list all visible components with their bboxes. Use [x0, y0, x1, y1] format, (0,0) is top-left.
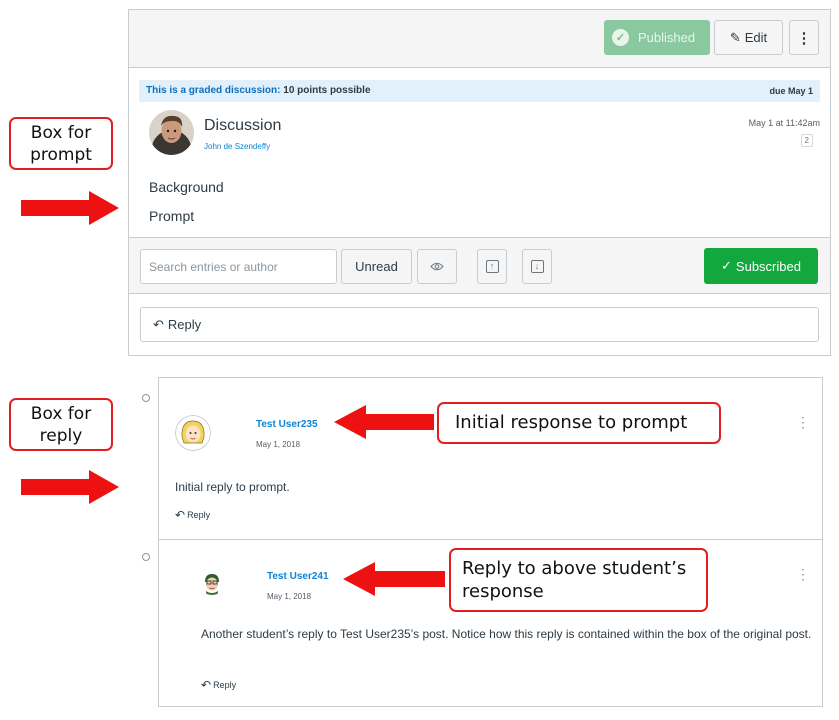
- arrow-right-icon: [21, 191, 119, 225]
- published-label: Published: [638, 30, 696, 45]
- kebab-icon: ⋮: [796, 29, 812, 47]
- callout-text: Box for reply: [30, 403, 92, 446]
- reply-label: Reply: [187, 510, 211, 520]
- discussion-date: May 1 at 11:42am: [748, 118, 820, 128]
- callout-box-for-prompt: Box for prompt: [9, 117, 113, 170]
- entry-date: May 1, 2018: [256, 440, 301, 449]
- arrow-right-icon: [21, 470, 119, 504]
- discussion-body-line: Background: [149, 179, 224, 195]
- thread-bullet: [142, 553, 150, 561]
- reply-label: Reply: [213, 680, 237, 690]
- subscribed-button[interactable]: ✓ Subscribed: [704, 248, 818, 284]
- collapse-replies-button[interactable]: ↑: [477, 249, 507, 284]
- unread-button[interactable]: Unread: [341, 249, 412, 284]
- edit-label: Edit: [744, 30, 768, 45]
- reply-arrow-icon: ↶: [175, 508, 186, 522]
- expand-down-icon: ↓: [530, 260, 544, 273]
- callout-text: Box for prompt: [30, 122, 92, 165]
- discussion-author-link[interactable]: John de Szendeffy: [204, 142, 270, 151]
- avatar[interactable]: [200, 571, 224, 595]
- discussion-body: Background Prompt: [149, 173, 224, 231]
- pencil-icon: ✎: [729, 29, 741, 45]
- graded-discussion-banner: This is a graded discussion: 10 points p…: [139, 80, 820, 102]
- callout-text: Reply to above student’s response: [462, 558, 687, 602]
- callout-box-for-reply: Box for reply: [9, 398, 113, 451]
- discussion-header: ✓ Published ✎ Edit ⋮: [129, 10, 830, 68]
- due-date: due May 1: [769, 86, 813, 96]
- edit-button[interactable]: ✎ Edit: [714, 20, 783, 55]
- published-button[interactable]: ✓ Published: [604, 20, 710, 55]
- entry-body: Initial reply to prompt.: [175, 480, 290, 494]
- expand-replies-button[interactable]: ↓: [522, 249, 552, 284]
- entry-date: May 1, 2018: [267, 592, 312, 601]
- search-input[interactable]: [140, 249, 337, 284]
- reply-arrow-icon: ↶: [201, 678, 212, 692]
- mark-read-button[interactable]: [417, 249, 457, 284]
- checkmark-icon: ✓: [721, 258, 732, 273]
- entry-options-icon[interactable]: ⋮: [796, 415, 810, 429]
- subscribed-label: Subscribed: [735, 258, 801, 274]
- entry-divider: [159, 539, 822, 540]
- discussion-title: Discussion: [204, 117, 282, 134]
- collapse-up-icon: ↑: [485, 260, 499, 273]
- callout-initial-response: Initial response to prompt: [437, 402, 721, 444]
- discussion-prompt-panel: ✓ Published ✎ Edit ⋮ This is a graded di…: [128, 9, 831, 356]
- arrow-left-icon: [334, 405, 434, 439]
- arrow-left-icon: [343, 562, 445, 596]
- points-possible: 10 points possible: [283, 85, 371, 96]
- reply-button[interactable]: ↶ Reply: [140, 307, 819, 342]
- reply-count-badge: 2: [800, 134, 813, 147]
- user-name-link[interactable]: Test User235: [256, 419, 318, 430]
- callout-text: Initial response to prompt: [455, 412, 688, 433]
- user-name-link[interactable]: Test User241: [267, 571, 329, 582]
- entry-reply-link[interactable]: ↶ Reply: [175, 508, 210, 522]
- author-avatar[interactable]: [149, 110, 194, 155]
- check-circle-icon: ✓: [612, 29, 629, 46]
- unread-label: Unread: [355, 259, 398, 274]
- avatar[interactable]: [175, 415, 211, 451]
- more-options-button[interactable]: ⋮: [789, 20, 819, 55]
- callout-reply-to-above: Reply to above student’s response: [449, 548, 708, 612]
- entry-options-icon[interactable]: ⋮: [796, 567, 810, 581]
- thread-bullet: [142, 394, 150, 402]
- graded-label: This is a graded discussion:: [146, 85, 281, 96]
- reply-arrow-icon: ↶: [153, 316, 164, 332]
- discussion-toolbar: Unread ↑ ↓ ✓ Subscribed: [129, 237, 830, 294]
- reply-label: Reply: [167, 317, 202, 332]
- entry-body: Another student’s reply to Test User235’…: [201, 627, 812, 641]
- eye-icon: [430, 262, 444, 271]
- discussion-body-line: Prompt: [149, 208, 195, 224]
- entry-reply-link[interactable]: ↶ Reply: [201, 678, 236, 692]
